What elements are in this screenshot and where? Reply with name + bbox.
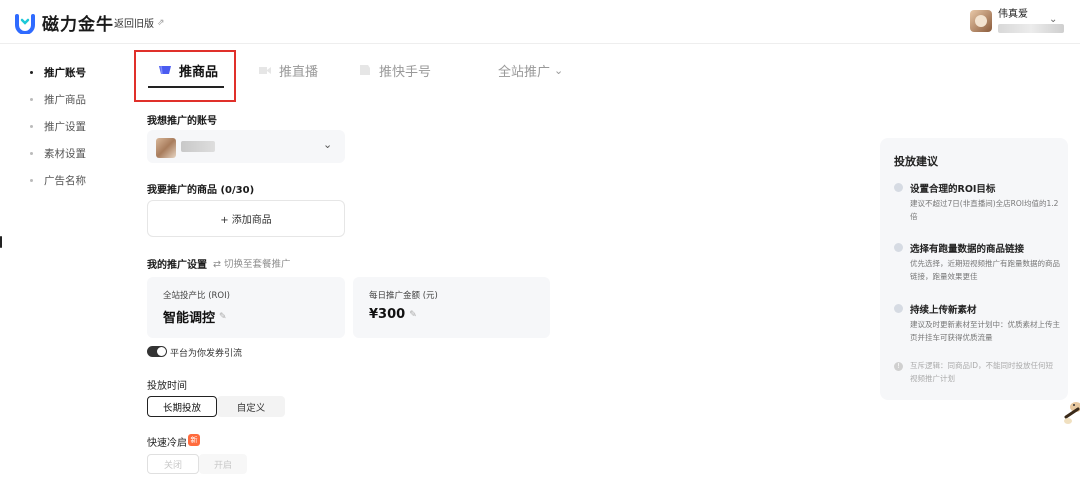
tab-kuaishou-account[interactable]: 推快手号	[358, 60, 431, 80]
budget-card-value: ¥300	[369, 307, 406, 322]
bullet-icon	[30, 71, 33, 74]
chevron-down-icon: ⌄	[554, 63, 564, 77]
edit-icon: ✎	[219, 311, 227, 322]
back-link-label: 返回旧版	[114, 19, 154, 30]
sidebar-item-account[interactable]: 推广账号	[30, 65, 86, 80]
advice-title: 投放建议	[894, 155, 938, 168]
logo-text: 磁力金牛	[42, 15, 114, 35]
profile-icon	[360, 65, 370, 75]
quick-start-on-option[interactable]: 开启	[199, 454, 247, 474]
avatar	[156, 138, 176, 158]
advice-item-title: 设置合理的ROI目标	[910, 184, 996, 195]
roi-card[interactable]: 全站投产比 (ROI) 智能调控 ✎	[147, 277, 345, 338]
bullet-icon	[894, 243, 903, 252]
bullet-icon	[30, 125, 33, 128]
external-link-icon: ⇗	[157, 17, 165, 28]
quick-start-label: 快速冷启	[147, 438, 187, 449]
schedule-custom-option[interactable]: 自定义	[217, 396, 285, 417]
tab-full-site[interactable]: 全站推广 ⌄	[498, 60, 563, 80]
top-bar: 磁力金牛 返回旧版 ⇗ 伟真爱 ⌄	[0, 0, 1080, 44]
tab-label: 推直播	[279, 64, 319, 80]
bullet-icon	[894, 304, 903, 313]
sidebar-item-label: 推广账号	[44, 67, 86, 79]
account-name-blurred	[181, 141, 215, 152]
edit-icon: ✎	[409, 309, 417, 320]
chevron-down-icon: ⌄	[323, 138, 333, 151]
sidebar-item-label: 广告名称	[44, 175, 86, 187]
coupon-toggle-label: 平台为你发券引流	[170, 349, 243, 359]
sidebar-item-label: 推广商品	[44, 94, 86, 106]
sidebar-item-label: 素材设置	[44, 148, 86, 160]
quick-start-off-option[interactable]: 关闭	[147, 454, 199, 474]
add-product-button[interactable]: + 添加商品	[147, 200, 345, 237]
bullet-icon	[894, 183, 903, 192]
info-icon: !	[894, 362, 903, 371]
tab-label: 推快手号	[379, 64, 432, 80]
sidebar: 推广账号 推广商品 推广设置 素材设置 广告名称	[0, 44, 126, 487]
user-id-blurred	[998, 24, 1064, 33]
magnet-logo-icon	[15, 13, 35, 34]
back-to-old-version-link[interactable]: 返回旧版 ⇗	[114, 15, 165, 31]
avatar	[970, 9, 992, 32]
advice-item-desc: 建议不超过7日(非直播间)全店ROI均值的1.2倍	[910, 199, 1059, 221]
advice-panel: 投放建议 设置合理的ROI目标 建议不超过7日(非直播间)全店ROI均值的1.2…	[880, 138, 1068, 400]
bullet-icon	[30, 179, 33, 182]
tab-live[interactable]: 推直播	[258, 60, 318, 80]
budget-card[interactable]: 每日推广金额 (元) ¥300 ✎	[353, 277, 550, 338]
advice-item-desc: 建议及时更新素材至计划中：优质素材上传主页并挂车可获得优质流量	[910, 320, 1060, 342]
coupon-toggle[interactable]	[147, 346, 167, 357]
sidebar-item-material[interactable]: 素材设置	[30, 146, 86, 161]
bullet-icon	[30, 98, 33, 101]
bullet-icon	[30, 152, 33, 155]
advice-note: 互斥逻辑：同商品ID，不能同时投放任何短视频推广计划	[910, 361, 1053, 383]
annotation-highlight-box	[134, 50, 236, 102]
roi-card-title: 全站投产比 (ROI)	[163, 291, 230, 301]
roi-card-value: 智能调控	[163, 311, 216, 326]
budget-card-title: 每日推广金额 (元)	[369, 291, 438, 301]
edge-marker	[0, 236, 2, 248]
schedule-long-term-option[interactable]: 长期投放	[147, 396, 217, 417]
sidebar-item-products[interactable]: 推广商品	[30, 92, 86, 107]
account-select[interactable]: ⌄	[147, 130, 345, 163]
schedule-label: 投放时间	[147, 381, 187, 392]
mascot-icon[interactable]	[1062, 395, 1080, 429]
account-label: 我想推广的账号	[147, 116, 217, 127]
advice-item-title: 持续上传新素材	[910, 305, 977, 316]
advice-item-desc: 优先选择，近期短视频推广有跑量数据的商品链接，跑量效果更佳	[910, 259, 1060, 281]
advice-item-title: 选择有跑量数据的商品链接	[910, 244, 1025, 255]
tab-label: 全站推广	[498, 64, 551, 80]
chevron-down-icon[interactable]: ⌄	[1049, 14, 1057, 25]
switch-to-package-link[interactable]: ⇄ 切换至套餐推广	[213, 256, 290, 270]
sidebar-item-settings[interactable]: 推广设置	[30, 119, 86, 134]
live-video-icon	[259, 67, 271, 74]
settings-label: 我的推广设置	[147, 260, 207, 271]
sidebar-item-label: 推广设置	[44, 121, 86, 133]
new-badge: 新	[188, 434, 200, 446]
brand-logo[interactable]: 磁力金牛	[14, 10, 114, 35]
products-label: 我要推广的商品 (0/30)	[147, 185, 255, 196]
sidebar-item-ad-name[interactable]: 广告名称	[30, 173, 86, 188]
